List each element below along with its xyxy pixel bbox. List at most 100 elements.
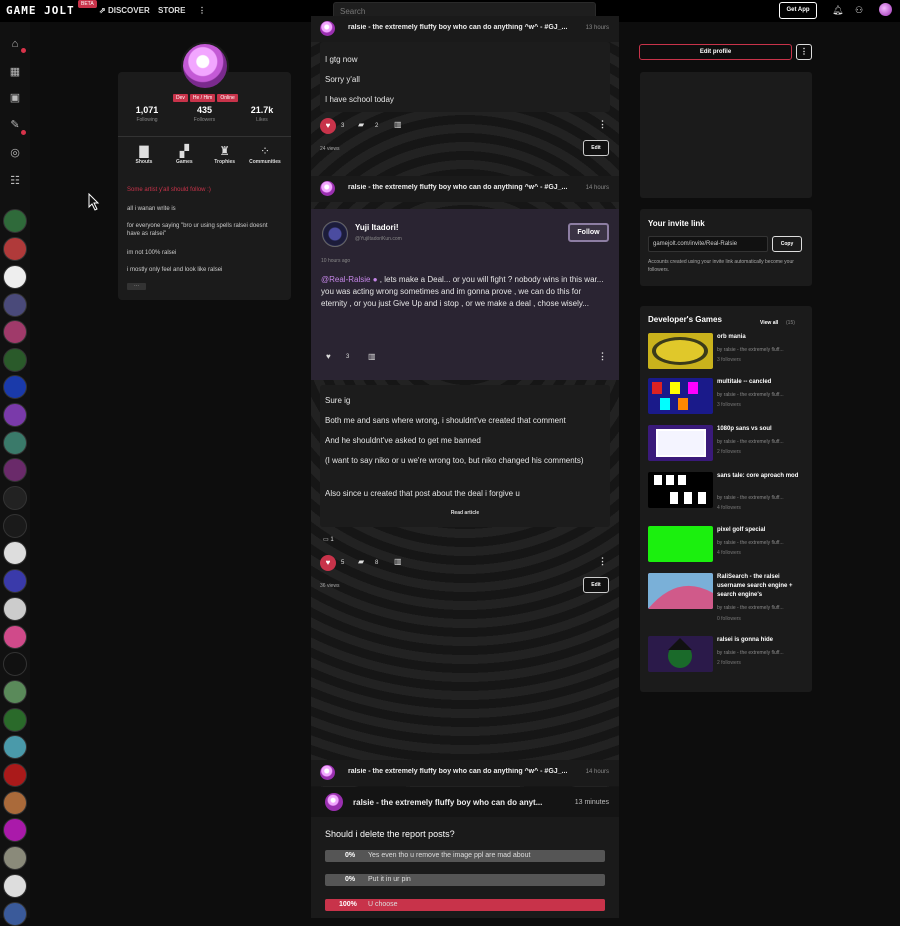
community-icon[interactable] (3, 625, 27, 649)
game-author[interactable]: by ralsie - the extremely fluff... (717, 495, 807, 501)
post-time[interactable]: 13 hours (586, 25, 609, 31)
tab-shouts[interactable]: ▇ Shouts (124, 144, 164, 165)
community-icon[interactable] (3, 569, 27, 593)
community-icon[interactable] (3, 708, 27, 732)
sticker-icon[interactable]: ▥ (394, 120, 402, 129)
community-icon[interactable] (3, 902, 27, 926)
community-icon[interactable] (3, 874, 27, 898)
post-header[interactable]: ralsie - the extremely fluffy boy who ca… (311, 760, 619, 786)
community-icon[interactable] (3, 846, 27, 870)
community-icon[interactable] (3, 486, 27, 510)
community-icon[interactable] (3, 652, 27, 676)
game-title[interactable]: orb mania (717, 333, 807, 342)
stat-following[interactable]: 1,071 Following (136, 105, 159, 123)
game-thumbnail[interactable] (648, 573, 713, 609)
store-icon[interactable]: ▦ (7, 64, 23, 80)
post-time[interactable]: 14 hours (586, 185, 609, 191)
game-thumbnail[interactable] (648, 636, 713, 672)
poll-option[interactable]: 0% Yes even tho u remove the image ppl a… (325, 850, 605, 862)
game-thumbnail[interactable] (648, 378, 713, 414)
game-title[interactable]: RaliSearch - the ralsei username search … (717, 573, 807, 600)
game-title[interactable]: sans tale: core aproach mod (717, 472, 807, 481)
profile-menu-icon[interactable]: ⋮ (796, 44, 812, 60)
view-all-link[interactable]: View all (760, 320, 778, 326)
heart-icon[interactable]: ♥ (326, 352, 331, 361)
profile-avatar[interactable] (181, 42, 229, 90)
game-author[interactable]: by ralsie - the extremely fluff... (717, 347, 807, 353)
edit-profile-button[interactable]: Edit profile (639, 44, 792, 60)
post-header[interactable]: ralsie - the extremely fluffy boy who ca… (311, 16, 619, 42)
friends-icon[interactable]: ⚇ (855, 5, 863, 16)
follow-button[interactable]: Follow (568, 223, 609, 242)
author-name[interactable]: ralsie - the extremely fluffy boy who ca… (348, 184, 573, 191)
tab-games[interactable]: ▞ Games (164, 144, 204, 165)
shared-author-name[interactable]: ralsie - the extremely fluffy boy who ca… (353, 798, 563, 807)
bell-icon[interactable]: 🔔︎ (832, 5, 843, 16)
game-item[interactable]: sans tale: core aproach mod by ralsie - … (648, 472, 808, 512)
game-author[interactable]: by ralsie - the extremely fluff... (717, 650, 807, 656)
gift-count[interactable]: ▭ 1 (323, 536, 334, 543)
community-icon[interactable] (3, 597, 27, 621)
game-title[interactable]: multitale -- cancled (717, 378, 807, 387)
game-item[interactable]: ralsei is gonna hide by ralsie - the ext… (648, 636, 808, 676)
community-icon[interactable] (3, 763, 27, 787)
author-avatar[interactable] (320, 21, 335, 36)
author-avatar[interactable] (320, 765, 335, 780)
game-thumbnail[interactable] (648, 526, 713, 562)
nav-store[interactable]: STORE (158, 6, 185, 15)
embed-author-avatar[interactable] (322, 221, 348, 247)
game-title[interactable]: ralsei is gonna hide (717, 636, 807, 645)
embed-menu-icon[interactable]: ⋮ (598, 351, 607, 362)
post-header[interactable]: ralsie - the extremely fluffy boy who ca… (311, 176, 619, 202)
community-icon[interactable] (3, 209, 27, 233)
chat-icon[interactable]: ◎ (7, 145, 23, 161)
community-icon[interactable] (3, 791, 27, 815)
poll-option[interactable]: 0% Put it in ur pin (325, 874, 605, 886)
invite-link-field[interactable]: gamejolt.com/invite/Real-Ralsie (648, 236, 768, 252)
community-icon[interactable] (3, 735, 27, 759)
nav-discover[interactable]: ⇗ DISCOVER (99, 6, 150, 15)
game-item[interactable]: orb mania by ralsie - the extremely fluf… (648, 333, 808, 373)
poll-option[interactable]: 100% U choose (325, 899, 605, 911)
user-avatar[interactable] (879, 3, 892, 16)
community-icon[interactable] (3, 514, 27, 538)
community-icon[interactable] (3, 375, 27, 399)
library-icon[interactable]: ☷ (7, 173, 23, 189)
shared-post-header[interactable]: ralsie - the extremely fluffy boy who ca… (311, 787, 619, 817)
game-item[interactable]: pixel golf special by ralsie - the extre… (648, 526, 808, 566)
community-icon[interactable] (3, 680, 27, 704)
community-icon[interactable] (3, 348, 27, 372)
sticker-icon[interactable]: ▥ (368, 352, 376, 361)
comment-icon[interactable]: ▰ (358, 557, 364, 566)
sticker-icon[interactable]: ▥ (394, 557, 402, 566)
game-title[interactable]: pixel golf special (717, 526, 807, 535)
like-button[interactable]: ♥ (320, 118, 336, 134)
community-icon[interactable] (3, 320, 27, 344)
community-icon[interactable] (3, 458, 27, 482)
backpack-icon[interactable]: ▣ (7, 90, 23, 106)
post-menu-icon[interactable]: ⋮ (598, 119, 607, 130)
game-thumbnail[interactable] (648, 425, 713, 461)
game-thumbnail[interactable] (648, 472, 713, 508)
get-app-button[interactable]: Get App (779, 2, 817, 19)
game-item[interactable]: 1080p sans vs soul by ralsie - the extre… (648, 425, 808, 465)
read-article-link[interactable]: Read article (320, 510, 610, 516)
community-icon[interactable] (3, 293, 27, 317)
author-avatar[interactable] (320, 181, 335, 196)
community-icon[interactable] (3, 265, 27, 289)
community-icon[interactable] (3, 431, 27, 455)
community-icon[interactable] (3, 403, 27, 427)
post-menu-icon[interactable]: ⋮ (598, 556, 607, 567)
game-author[interactable]: by ralsie - the extremely fluff... (717, 439, 807, 445)
game-author[interactable]: by ralsie - the extremely fluff... (717, 540, 807, 546)
game-item[interactable]: RaliSearch - the ralsei username search … (648, 573, 808, 622)
game-author[interactable]: by ralsie - the extremely fluff... (717, 605, 807, 611)
embed-author-name[interactable]: Yuji Itadori! (355, 223, 399, 232)
post-time[interactable]: 14 hours (586, 769, 609, 775)
community-icon[interactable] (3, 818, 27, 842)
game-author[interactable]: by ralsie - the extremely fluff... (717, 392, 807, 398)
tab-trophies[interactable]: ♜ Trophies (205, 144, 245, 165)
bio-more-button[interactable]: ··· (127, 283, 146, 290)
shared-author-avatar[interactable] (325, 793, 343, 811)
edit-button[interactable]: Edit (583, 577, 609, 593)
